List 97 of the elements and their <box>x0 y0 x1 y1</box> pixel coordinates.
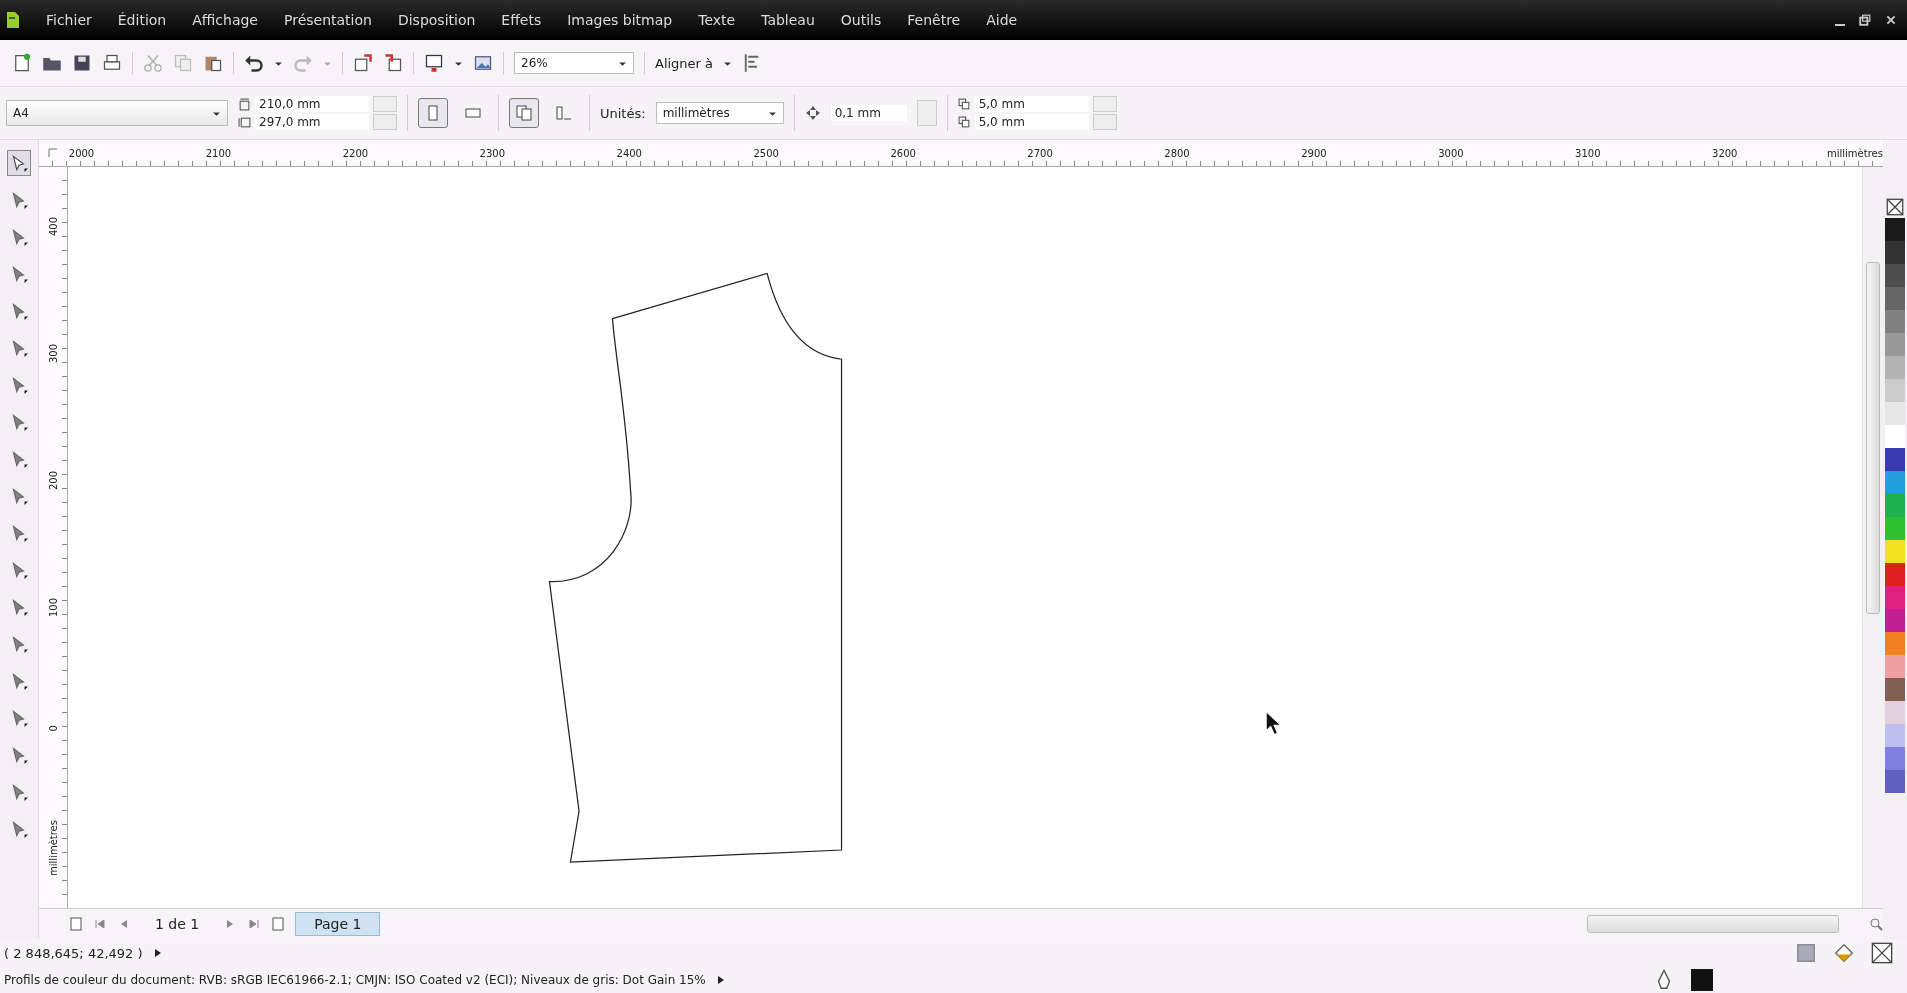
picture-icon[interactable] <box>473 53 493 73</box>
align-to-button[interactable]: Aligner à <box>655 55 714 71</box>
ruler-unit: millimètres <box>1826 147 1883 159</box>
page-icon <box>555 104 573 122</box>
save-icon[interactable] <box>72 53 92 73</box>
menu-item[interactable]: Affichage <box>192 12 258 28</box>
color-swatch[interactable] <box>1885 655 1905 678</box>
color-swatch[interactable] <box>1885 540 1905 563</box>
color-swatch[interactable] <box>1885 425 1905 448</box>
copy-icon[interactable] <box>173 53 193 73</box>
portrait-button[interactable] <box>418 98 448 128</box>
menu-item[interactable]: Disposition <box>397 12 476 28</box>
color-swatch[interactable] <box>1885 632 1905 655</box>
menu-item[interactable]: Outils <box>840 12 882 28</box>
menu-item[interactable]: Images bitmap <box>567 12 673 28</box>
print-icon[interactable] <box>102 53 122 73</box>
pages-icon <box>515 104 533 122</box>
cursor-coordinates: ( 2 848,645; 42,492 ) <box>4 945 143 961</box>
outline-color-swatch <box>1691 969 1713 991</box>
pointer-icon[interactable] <box>7 150 31 176</box>
width-icon <box>238 97 251 111</box>
color-swatch[interactable] <box>1885 379 1905 402</box>
color-swatch[interactable] <box>1885 264 1905 287</box>
add-page-icon[interactable] <box>69 917 83 931</box>
vertical-scrollbar[interactable] <box>1862 167 1883 908</box>
first-page-icon[interactable] <box>93 917 107 931</box>
restore-icon <box>1859 14 1871 26</box>
color-swatch[interactable] <box>1885 563 1905 586</box>
units-label: Unités: <box>600 105 646 121</box>
color-swatch[interactable] <box>1885 448 1905 471</box>
add-page-icon[interactable] <box>271 917 286 931</box>
color-swatch[interactable] <box>1885 724 1905 747</box>
app-logo-icon <box>6 11 20 29</box>
last-page-icon[interactable] <box>247 917 262 931</box>
menu-item[interactable]: Présentation <box>284 12 372 28</box>
all-pages-button[interactable] <box>509 98 539 128</box>
color-swatch[interactable] <box>1885 747 1905 770</box>
color-swatch[interactable] <box>1885 218 1905 241</box>
page-tab[interactable]: Page 1 <box>295 912 381 936</box>
color-swatch[interactable] <box>1885 609 1905 632</box>
ruler-label: 300 <box>47 344 59 364</box>
fill-bucket-icon <box>1833 942 1855 964</box>
menu-item[interactable]: Édition <box>117 12 167 28</box>
color-swatch[interactable] <box>1885 586 1905 609</box>
nudge-field[interactable]: 0,1 mm <box>830 105 907 121</box>
color-swatch[interactable] <box>1885 310 1905 333</box>
menu-item[interactable]: Tableau <box>761 12 815 28</box>
menu-item[interactable]: Texte <box>698 12 736 28</box>
duplicate-x-field[interactable]: 5,0 mm <box>974 96 1089 112</box>
duplicate-x-icon <box>957 97 971 111</box>
nudge-icon <box>804 105 821 121</box>
export-icon[interactable] <box>383 53 403 73</box>
menu-item[interactable]: Fichier <box>46 12 92 28</box>
monitor-icon[interactable] <box>424 53 444 73</box>
page-counter: 1 de 1 <box>154 916 201 932</box>
ruler-label: 400 <box>47 217 59 237</box>
minimize-icon <box>1835 24 1845 26</box>
page-size-dropdown[interactable]: A4 <box>6 100 228 126</box>
no-color-swatch[interactable] <box>1886 198 1904 216</box>
color-swatch[interactable] <box>1885 356 1905 379</box>
undo-icon[interactable] <box>244 53 264 73</box>
height-icon <box>238 115 251 129</box>
redo-icon[interactable] <box>293 53 313 73</box>
import-icon[interactable] <box>353 53 373 73</box>
color-swatch[interactable] <box>1885 333 1905 356</box>
no-fill-swatch <box>1871 942 1893 964</box>
color-profile-status: Profils de couleur du document: RVB: sRGB IEC61966-2.1; CMJN: ISO Coated v2 (ECI); Niveaux de gris: Dot Gain 15% <box>4 973 706 987</box>
color-swatch[interactable] <box>1885 241 1905 264</box>
mouse-cursor-icon <box>1265 710 1281 736</box>
color-swatch[interactable] <box>1885 471 1905 494</box>
width-field[interactable]: 210,0 mm <box>255 96 369 112</box>
duplicate-y-icon <box>957 115 971 129</box>
object-info-icon <box>1795 942 1817 964</box>
color-swatch[interactable] <box>1885 494 1905 517</box>
color-swatch[interactable] <box>1885 287 1905 310</box>
horizontal-scrollbar[interactable] <box>1587 915 1839 933</box>
close-button[interactable] <box>1885 14 1897 26</box>
units-dropdown[interactable]: millimètres <box>655 102 784 124</box>
new-document-icon[interactable] <box>12 53 32 73</box>
color-swatch[interactable] <box>1885 770 1905 793</box>
ruler-label: 200 <box>47 471 59 491</box>
color-swatch[interactable] <box>1885 517 1905 540</box>
ruler-label: 100 <box>47 598 59 618</box>
menu-item[interactable]: Effets <box>501 12 542 28</box>
duplicate-y-field[interactable]: 5,0 mm <box>974 114 1089 130</box>
zoom-dropdown[interactable]: 26% <box>514 52 634 74</box>
menu-item[interactable]: Aide <box>986 12 1018 28</box>
close-icon <box>1885 14 1897 26</box>
color-swatch[interactable] <box>1885 701 1905 724</box>
menu-item[interactable]: Fenêtre <box>907 12 961 28</box>
color-swatch[interactable] <box>1885 402 1905 425</box>
restore-button[interactable] <box>1859 14 1871 26</box>
ruler-unit: millimètres <box>47 819 59 876</box>
cut-icon[interactable] <box>143 53 163 73</box>
height-field[interactable]: 297,0 mm <box>255 114 369 130</box>
ruler-label: 0 <box>47 725 59 732</box>
color-swatch[interactable] <box>1885 678 1905 701</box>
